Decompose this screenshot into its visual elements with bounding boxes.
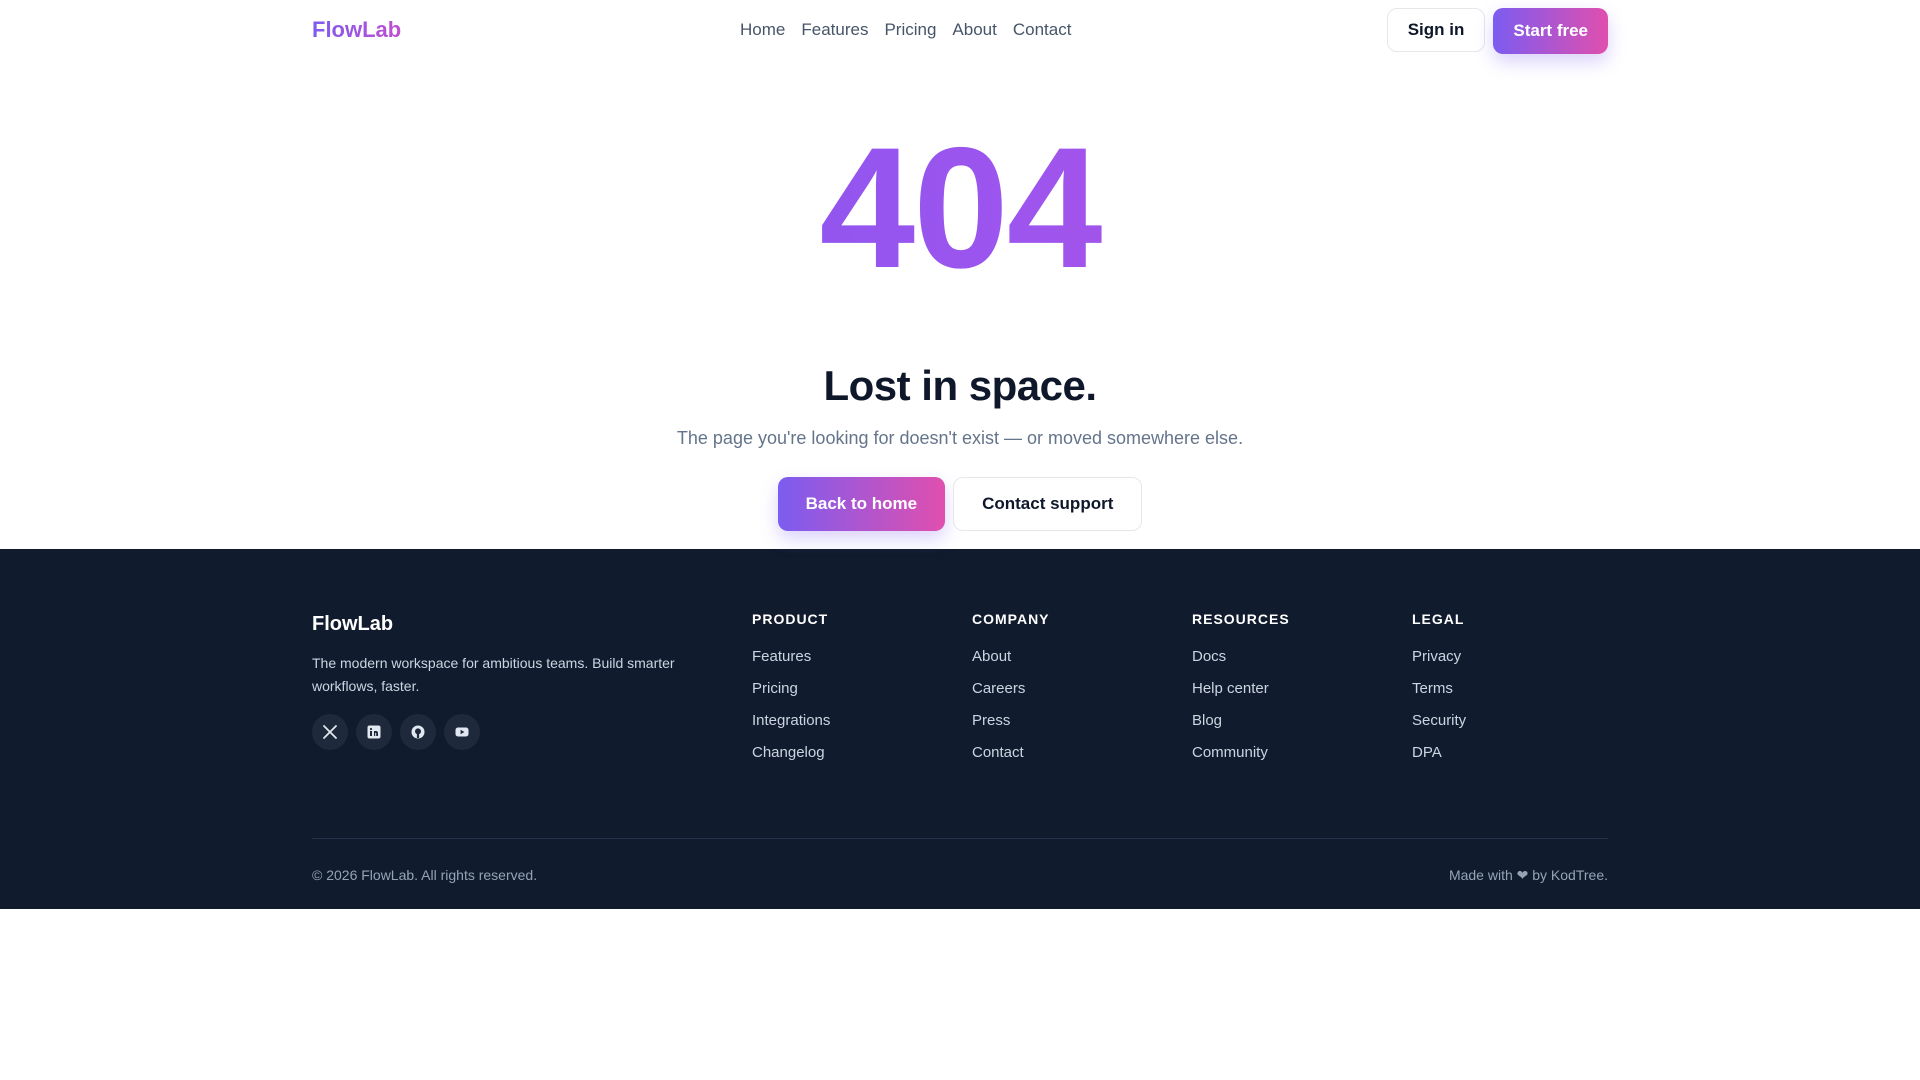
- footer-link[interactable]: Press: [972, 711, 1050, 730]
- main-nav: Home Features Pricing About Contact: [740, 20, 1071, 40]
- footer-link[interactable]: Features: [752, 647, 830, 666]
- nav-features[interactable]: Features: [801, 20, 868, 40]
- footer-description: The modern workspace for ambitious teams…: [312, 655, 675, 694]
- footer-column-company: COMPANY About Careers Press Contact: [972, 611, 1050, 775]
- sign-in-button[interactable]: Sign in: [1386, 8, 1486, 52]
- footer-link[interactable]: Blog: [1192, 711, 1290, 730]
- footer-logo[interactable]: FlowLab: [312, 613, 732, 636]
- footer-divider: [312, 838, 1608, 839]
- footer-link[interactable]: DPA: [1412, 743, 1466, 762]
- footer-brand: FlowLab The modern workspace for ambitio…: [312, 613, 732, 750]
- footer-column-product: PRODUCT Features Pricing Integrations Ch…: [752, 611, 830, 775]
- footer-link[interactable]: Careers: [972, 679, 1050, 698]
- footer-link[interactable]: Security: [1412, 711, 1466, 730]
- footer-link[interactable]: Docs: [1192, 647, 1290, 666]
- copyright: © 2026 FlowLab. All rights reserved.: [312, 867, 538, 883]
- footer-link[interactable]: Community: [1192, 743, 1290, 762]
- page-title: Lost in space.: [823, 362, 1097, 409]
- footer-column-resources: RESOURCES Docs Help center Blog Communit…: [1192, 611, 1290, 775]
- footer-column-title: PRODUCT: [752, 611, 829, 627]
- nav-about[interactable]: About: [952, 20, 996, 40]
- linkedin-icon[interactable]: [356, 714, 392, 750]
- footer-column-title: COMPANY: [972, 611, 1050, 627]
- footer-link[interactable]: Privacy: [1412, 647, 1466, 666]
- github-icon[interactable]: [400, 714, 436, 750]
- header-actions: Sign in Start free: [1386, 8, 1608, 54]
- footer-link[interactable]: About: [972, 647, 1050, 666]
- error-hero: 404 Lost in space. The page you're looki…: [312, 62, 1608, 549]
- footer-link[interactable]: Help center: [1192, 679, 1290, 698]
- footer-column-legal: LEGAL Privacy Terms Security DPA: [1412, 611, 1466, 775]
- footer-column-title: RESOURCES: [1192, 611, 1290, 627]
- social-links: [312, 714, 732, 750]
- nav-pricing[interactable]: Pricing: [884, 20, 936, 40]
- footer-link[interactable]: Pricing: [752, 679, 830, 698]
- nav-contact[interactable]: Contact: [1013, 20, 1072, 40]
- made-with-credit: Made with ❤ by KodTree.: [1448, 867, 1608, 883]
- x-icon[interactable]: [312, 714, 348, 750]
- contact-support-button[interactable]: Contact support: [953, 477, 1143, 531]
- footer-link[interactable]: Terms: [1412, 679, 1466, 698]
- site-header: FlowLab Home Features Pricing About Cont…: [312, 0, 1608, 62]
- nav-home[interactable]: Home: [740, 20, 785, 40]
- footer-link[interactable]: Contact: [972, 743, 1050, 762]
- error-code: 404: [312, 122, 1608, 294]
- start-free-button[interactable]: Start free: [1493, 8, 1608, 54]
- footer-link[interactable]: Changelog: [752, 743, 830, 762]
- footer-link[interactable]: Integrations: [752, 711, 830, 730]
- youtube-icon[interactable]: [444, 714, 480, 750]
- logo[interactable]: FlowLab: [312, 17, 401, 43]
- page-subtitle: The page you're looking for doesn't exis…: [676, 428, 1244, 448]
- hero-actions: Back to home Contact support: [312, 477, 1608, 531]
- site-footer: FlowLab The modern workspace for ambitio…: [0, 549, 1920, 909]
- back-to-home-button[interactable]: Back to home: [777, 477, 946, 531]
- footer-column-title: LEGAL: [1412, 611, 1465, 627]
